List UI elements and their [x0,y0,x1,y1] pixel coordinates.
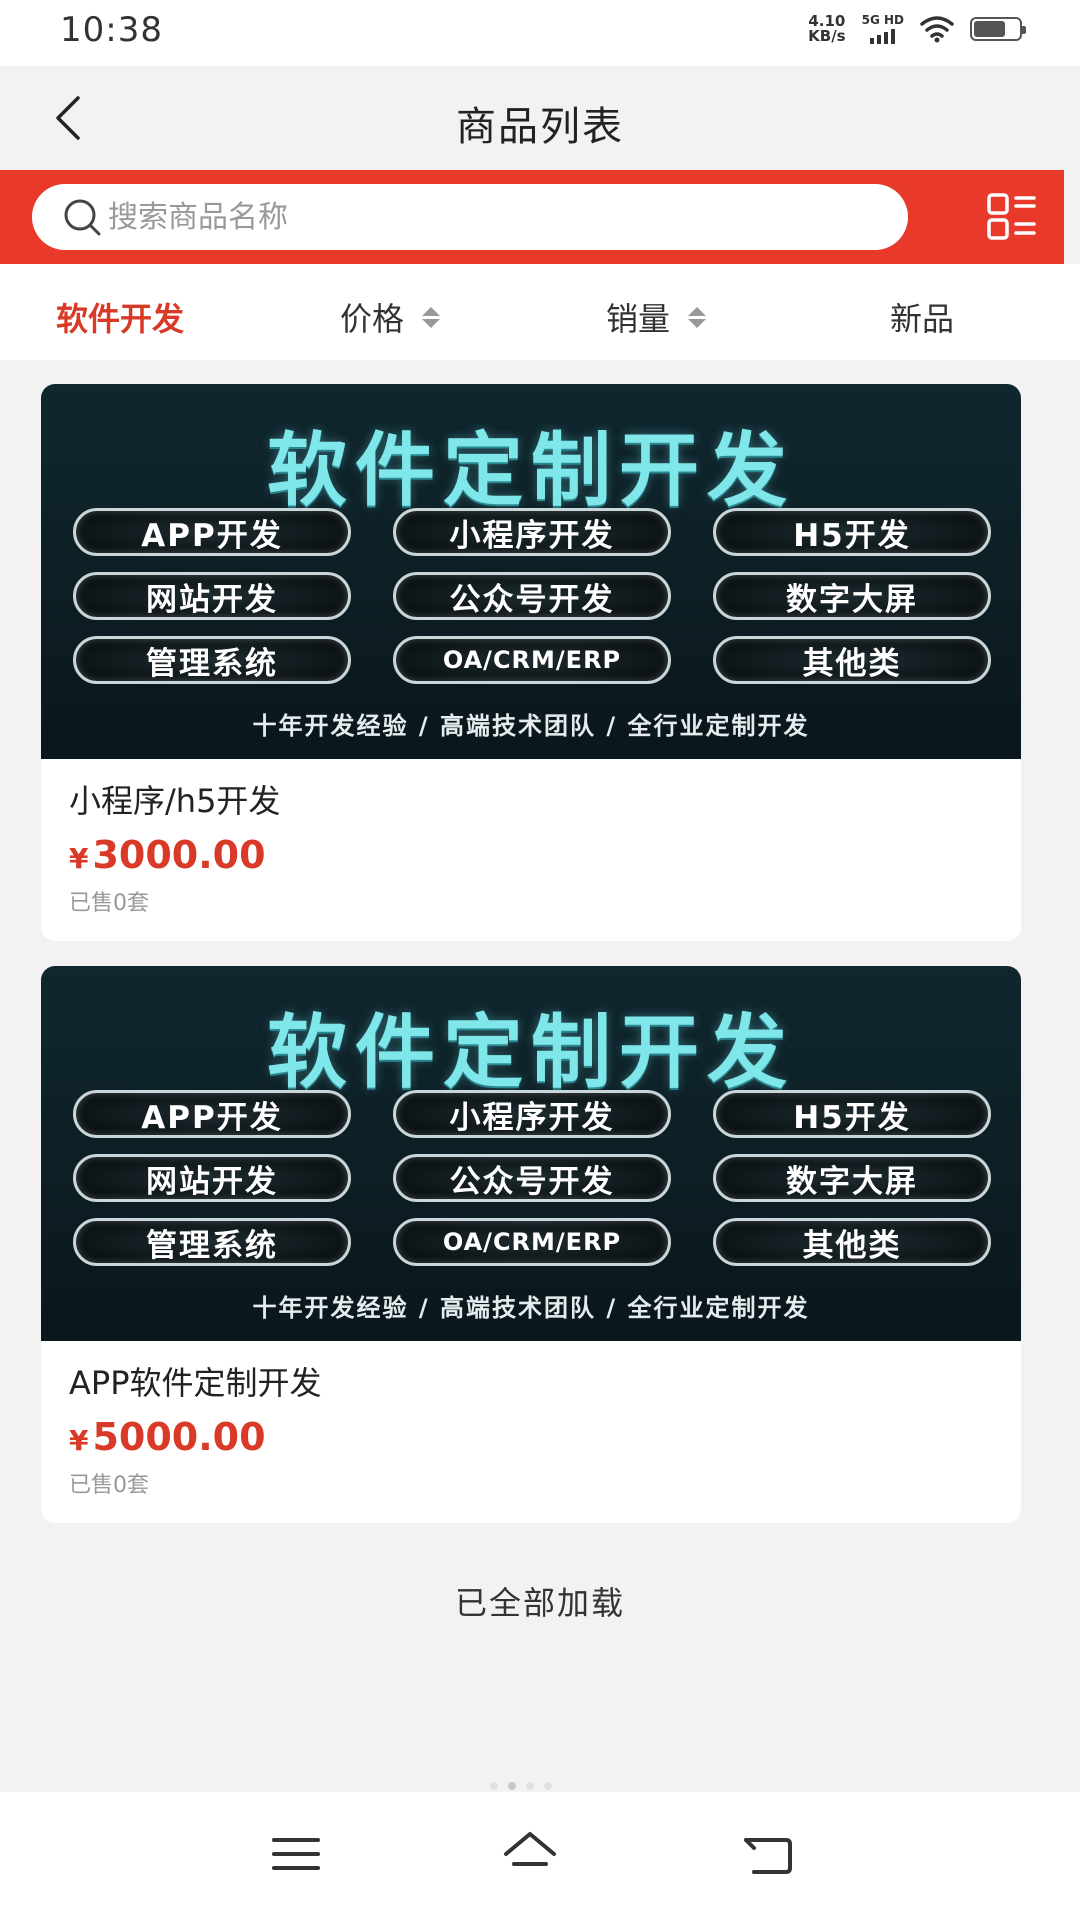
sold-count: 已售0套 [69,891,149,916]
network-speed: 4.10 KB/s [808,14,845,44]
banner-pill: 其他类 [713,1218,991,1266]
load-complete-text: 已全部加载 [454,1584,625,1622]
product-info: 小程序/h5开发 ¥3000.00 已售0套 [41,759,1021,941]
banner-pill: 管理系统 [73,1218,351,1266]
currency-symbol: ¥ [69,1424,89,1457]
banner-pill: 管理系统 [73,636,351,684]
status-time: 10:38 [60,10,163,50]
product-name: APP软件定制开发 [69,1364,322,1402]
banner-title: 软件定制开发 [267,424,795,517]
banner-pill: 小程序开发 [393,508,671,556]
filter-price-label: 价格 [340,300,405,338]
signal-label: 5G HD [861,13,904,27]
search-icon [64,199,101,236]
sort-icon [422,306,441,328]
search-bar [0,170,1064,264]
sort-icon [688,306,707,328]
sold-count: 已售0套 [69,1473,149,1498]
back-icon[interactable] [740,1826,796,1882]
search-box[interactable] [32,184,908,250]
banner-pill: H5开发 [713,1090,991,1138]
banner-pill: H5开发 [713,508,991,556]
page-dot [544,1782,552,1790]
currency-symbol: ¥ [69,842,89,875]
price-value: 5000.00 [92,1415,266,1459]
product-name: 小程序/h5开发 [69,782,281,820]
filter-sales[interactable]: 销量 [606,294,707,340]
cellular-signal-icon: 5G HD [862,14,904,44]
system-nav-bar [0,1792,1080,1920]
product-info: APP软件定制开发 ¥5000.00 已售0套 [41,1341,1021,1523]
page-dot [526,1782,534,1790]
banner-pill: 数字大屏 [713,572,991,620]
filter-category[interactable]: 软件开发 [56,294,184,340]
filter-new[interactable]: 新品 [890,294,954,340]
battery-level [974,21,1005,37]
nav-bar: 商品列表 [0,66,1080,170]
product-image: 软件定制开发 APP开发 小程序开发 H5开发 网站开发 公众号开发 数字大屏 … [41,966,1021,1341]
network-speed-unit: KB/s [808,27,846,45]
filter-category-label: 软件开发 [56,300,185,338]
product-price: ¥5000.00 [69,1415,993,1463]
filter-new-label: 新品 [890,300,955,338]
banner-pill: APP开发 [73,508,351,556]
page-title: 商品列表 [456,104,624,150]
banner-service-pills: APP开发 小程序开发 H5开发 网站开发 公众号开发 数字大屏 管理系统 OA… [73,1090,991,1266]
banner-pill: OA/CRM/ERP [393,636,671,684]
banner-pill: 网站开发 [73,1154,351,1202]
status-bar: 10:38 4.10 KB/s 5G HD [0,0,1080,66]
page-indicator [490,1782,552,1790]
banner-pill: 小程序开发 [393,1090,671,1138]
search-input[interactable] [108,199,868,235]
menu-icon[interactable] [268,1826,324,1882]
page-dot [508,1782,516,1790]
banner-pill: 其他类 [713,636,991,684]
banner-pill: 网站开发 [73,572,351,620]
wifi-icon [920,16,954,43]
status-indicators: 4.10 KB/s 5G HD [808,14,1026,44]
banner-title: 软件定制开发 [267,1006,795,1099]
banner-pill: 公众号开发 [393,1154,671,1202]
product-price: ¥3000.00 [69,833,993,881]
product-card[interactable]: 软件定制开发 APP开发 小程序开发 H5开发 网站开发 公众号开发 数字大屏 … [41,966,1021,1523]
banner-tagline: 十年开发经验 / 高端技术团队 / 全行业定制开发 [252,712,810,740]
home-icon[interactable] [502,1826,558,1882]
product-card[interactable]: 软件定制开发 APP开发 小程序开发 H5开发 网站开发 公众号开发 数字大屏 … [41,384,1021,941]
layout-toggle-icon[interactable] [986,192,1038,242]
filter-sales-label: 销量 [606,300,671,338]
filter-price[interactable]: 价格 [340,294,441,340]
banner-pill: APP开发 [73,1090,351,1138]
banner-pill: 公众号开发 [393,572,671,620]
page-dot [490,1782,498,1790]
banner-pill: OA/CRM/ERP [393,1218,671,1266]
price-value: 3000.00 [92,833,266,877]
banner-tagline: 十年开发经验 / 高端技术团队 / 全行业定制开发 [252,1294,810,1322]
banner-service-pills: APP开发 小程序开发 H5开发 网站开发 公众号开发 数字大屏 管理系统 OA… [73,508,991,684]
battery-icon [970,17,1026,41]
banner-pill: 数字大屏 [713,1154,991,1202]
product-image: 软件定制开发 APP开发 小程序开发 H5开发 网站开发 公众号开发 数字大屏 … [41,384,1021,759]
filter-bar: 软件开发 价格 销量 新品 [0,264,1080,360]
